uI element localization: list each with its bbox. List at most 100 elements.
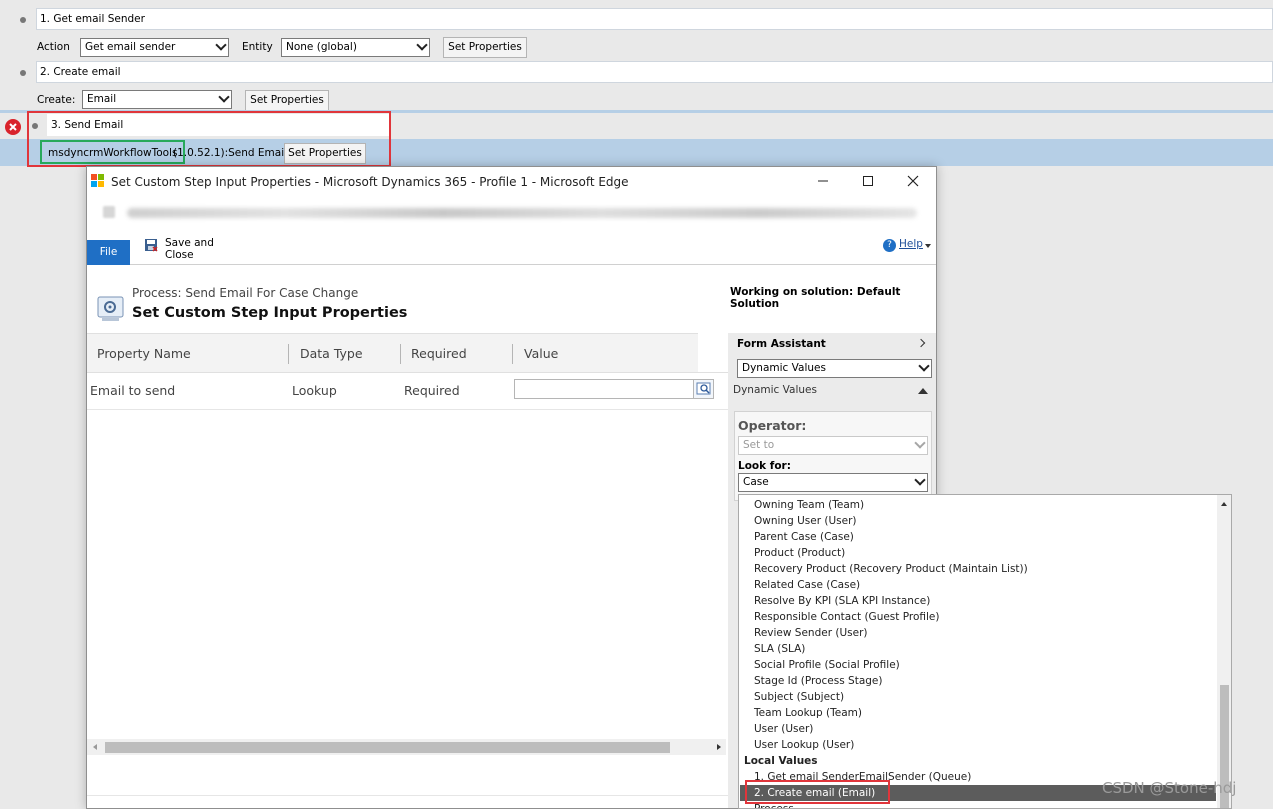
chevron-down-icon <box>219 93 227 101</box>
address-bar[interactable] <box>87 199 936 225</box>
list-item[interactable]: Related Case (Case) <box>754 577 860 593</box>
watermark: CSDN @Stone-hdj <box>1102 779 1237 797</box>
column-header-required[interactable]: Required <box>411 346 467 361</box>
collapse-up-icon[interactable] <box>918 388 928 394</box>
caret-down-icon <box>925 244 931 248</box>
edge-app-icon <box>91 174 105 188</box>
set-properties-button-3[interactable]: Set Properties <box>284 143 366 164</box>
help-button[interactable]: ? Help <box>883 237 935 255</box>
operator-select[interactable]: Set to <box>738 436 928 455</box>
scroll-right-icon[interactable] <box>717 744 721 750</box>
workflow-tool-version: (1.0.52.1):Send Email <box>173 147 288 159</box>
grid-header-line <box>87 372 728 373</box>
scroll-up-icon[interactable] <box>1221 502 1227 506</box>
save-icon <box>144 238 158 252</box>
create-select-value: Email <box>87 93 117 105</box>
minimize-icon[interactable] <box>815 173 831 189</box>
list-item[interactable]: Subject (Subject) <box>754 689 844 705</box>
data-type-cell: Lookup <box>292 383 337 398</box>
form-assistant-select[interactable]: Dynamic Values <box>737 359 932 378</box>
save-and-close-label: Save and Close <box>165 237 214 261</box>
entity-select-value: None (global) <box>286 41 357 53</box>
step-bullet <box>20 70 26 76</box>
list-item[interactable]: Social Profile (Social Profile) <box>754 657 900 673</box>
help-label: Help <box>899 238 923 250</box>
list-item[interactable]: Review Sender (User) <box>754 625 868 641</box>
window-title: Set Custom Step Input Properties - Micro… <box>111 175 629 189</box>
column-divider <box>288 344 289 364</box>
column-divider <box>512 344 513 364</box>
step-bullet <box>20 17 26 23</box>
list-item[interactable]: Parent Case (Case) <box>754 529 854 545</box>
list-item[interactable]: Product (Product) <box>754 545 845 561</box>
grid-row-line <box>87 409 728 410</box>
list-item[interactable]: Stage Id (Process Stage) <box>754 673 882 689</box>
column-header-data-type[interactable]: Data Type <box>300 346 363 361</box>
chevron-down-icon <box>417 41 425 49</box>
error-icon[interactable] <box>5 119 21 135</box>
column-divider <box>400 344 401 364</box>
step-1-title[interactable]: 1. Get email Sender <box>36 8 1273 30</box>
process-icon <box>96 293 126 323</box>
action-select-value: Get email sender <box>85 41 176 53</box>
list-item[interactable]: Recovery Product (Recovery Product (Main… <box>754 561 1028 577</box>
list-item[interactable]: Responsible Contact (Guest Profile) <box>754 609 939 625</box>
close-icon[interactable] <box>905 173 921 189</box>
form-assistant-title: Form Assistant <box>737 338 826 350</box>
page-title: Set Custom Step Input Properties <box>132 305 408 321</box>
blurred-url <box>127 208 917 218</box>
scroll-left-icon[interactable] <box>93 744 97 750</box>
action-select[interactable]: Get email sender <box>80 38 229 57</box>
value-lookup-input[interactable] <box>514 379 694 399</box>
action-label: Action <box>37 41 70 53</box>
form-assistant-select-value: Dynamic Values <box>742 362 826 374</box>
list-item[interactable]: User Lookup (User) <box>754 737 854 753</box>
column-header-value[interactable]: Value <box>524 346 558 361</box>
create-select[interactable]: Email <box>82 90 232 109</box>
look-for-select[interactable]: Case <box>738 473 928 492</box>
entity-label: Entity <box>242 41 273 53</box>
set-properties-button-1[interactable]: Set Properties <box>443 37 527 58</box>
property-name-cell: Email to send <box>90 383 176 398</box>
list-group-header: Local Values <box>744 755 818 767</box>
look-for-dropdown-list[interactable]: Owning Team (Team) Owning User (User) Pa… <box>738 494 1232 809</box>
list-item[interactable]: SLA (SLA) <box>754 641 805 657</box>
set-properties-button-2[interactable]: Set Properties <box>245 90 329 111</box>
list-item[interactable]: Process <box>754 801 794 808</box>
list-item[interactable]: User (User) <box>754 721 813 737</box>
look-for-label: Look for: <box>738 460 791 472</box>
horizontal-scrollbar[interactable] <box>87 739 726 755</box>
operator-label: Operator: <box>738 418 807 433</box>
dynamic-values-section-label: Dynamic Values <box>733 384 817 396</box>
list-item[interactable]: Owning Team (Team) <box>754 497 864 513</box>
chevron-down-icon <box>915 439 923 447</box>
chevron-down-icon <box>915 476 923 484</box>
site-info-icon <box>103 206 115 218</box>
create-label: Create: <box>37 94 76 106</box>
solution-label: Working on solution: Default Solution <box>730 286 901 310</box>
properties-grid-header: Property Name Data Type Required Value <box>87 333 698 373</box>
chevron-down-icon <box>919 362 927 370</box>
look-for-select-value: Case <box>743 476 769 488</box>
scroll-thumb[interactable] <box>105 742 670 753</box>
required-cell: Required <box>404 383 460 398</box>
step-2-title[interactable]: 2. Create email <box>36 61 1273 83</box>
operator-select-value: Set to <box>743 439 775 451</box>
process-label: Process: Send Email For Case Change <box>132 286 359 300</box>
chevron-right-icon[interactable] <box>916 338 926 348</box>
ribbon: File Save and Close ? Help <box>87 233 936 265</box>
file-tab[interactable]: File <box>87 240 130 265</box>
operator-panel: Operator: Set to Look for: Case <box>734 411 932 501</box>
vertical-scrollbar[interactable] <box>1217 495 1231 808</box>
column-header-property-name[interactable]: Property Name <box>97 346 191 361</box>
chevron-down-icon <box>216 41 224 49</box>
workflow-tool-name: msdyncrmWorkflowTools <box>40 140 186 164</box>
list-item[interactable]: Team Lookup (Team) <box>754 705 862 721</box>
save-and-close-button[interactable]: Save and Close <box>144 236 244 261</box>
list-item[interactable]: Resolve By KPI (SLA KPI Instance) <box>754 593 930 609</box>
dialog-footer-line <box>87 795 728 796</box>
list-item[interactable]: Owning User (User) <box>754 513 856 529</box>
entity-select[interactable]: None (global) <box>281 38 430 57</box>
maximize-icon[interactable] <box>860 173 876 189</box>
lookup-search-icon[interactable] <box>693 379 714 399</box>
